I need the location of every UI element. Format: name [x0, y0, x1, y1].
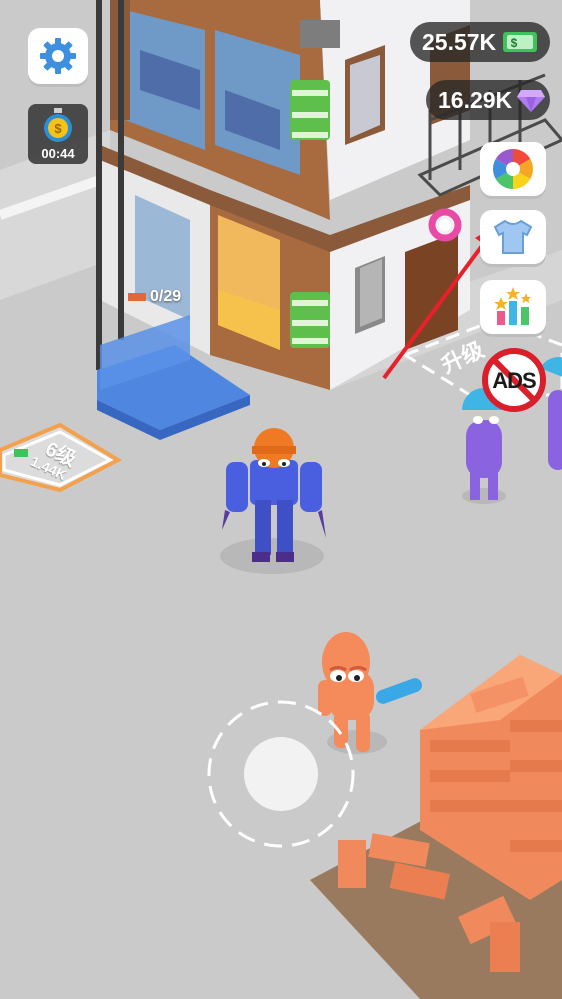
leaderboard-icon	[494, 287, 531, 325]
stopwatch-icon: $	[44, 108, 72, 142]
lucky-wheel-button[interactable]	[480, 142, 546, 196]
cash-stack-upper	[290, 80, 330, 140]
no-ads-label: ADS	[492, 368, 536, 393]
skins-shop-button[interactable]	[480, 210, 546, 264]
leaderboard-button[interactable]	[480, 280, 546, 334]
joystick-knob	[244, 737, 318, 811]
svg-text:$: $	[54, 121, 62, 136]
cash-stack-lower	[290, 292, 330, 348]
gem-counter: 16.29K	[426, 80, 550, 120]
cash-counter: 25.57K $	[410, 22, 550, 62]
brick-counter-icon	[128, 293, 146, 301]
shirt-icon	[493, 219, 533, 254]
svg-text:$: $	[511, 36, 518, 50]
game-viewport[interactable]: $ 00:44 25.57K $ 16.29K ADS 0/29 升级 6级 1…	[0, 0, 562, 999]
settings-button[interactable]	[28, 28, 88, 84]
brick-counter-text: 0/29	[150, 288, 182, 305]
bonus-timer-button[interactable]: $ 00:44	[28, 104, 88, 164]
no-ads-button[interactable]: ADS	[482, 348, 546, 412]
gem-value: 16.29K	[438, 86, 513, 113]
cash-icon: $	[503, 32, 538, 52]
gem-icon	[517, 90, 546, 112]
cash-value: 25.57K	[422, 28, 497, 55]
gear-icon	[40, 38, 76, 74]
bonus-timer-text: 00:44	[41, 146, 75, 161]
lucky-wheel-icon	[493, 149, 533, 189]
